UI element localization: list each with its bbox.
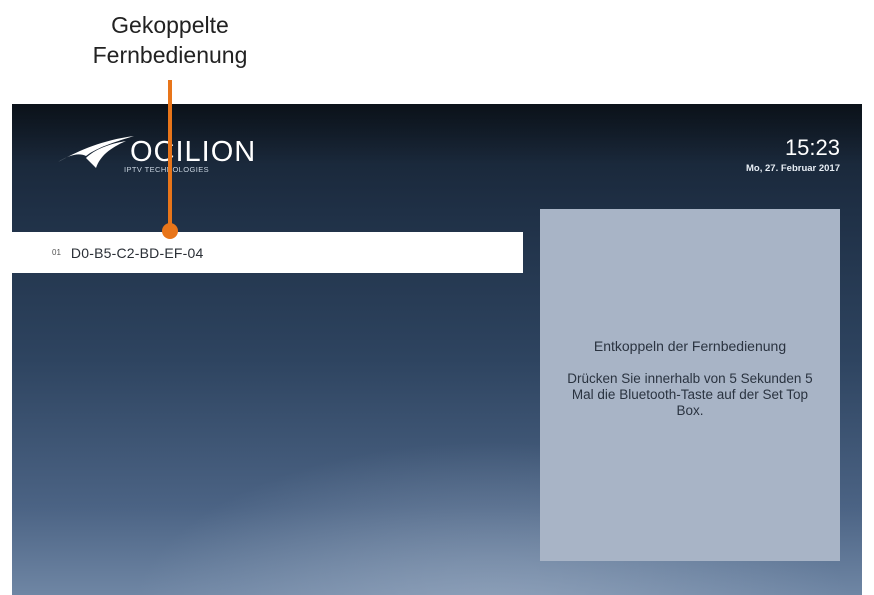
- annotation-line-2: Fernbedienung: [92, 42, 248, 68]
- annotation-line-1: Gekoppelte: [111, 12, 229, 38]
- info-panel: Entkoppeln der Fernbedienung Drücken Sie…: [540, 209, 840, 561]
- clock-time: 15:23: [784, 135, 840, 160]
- brand-tagline: IPTV TECHNOLOGIES: [124, 165, 210, 174]
- paired-remote-list: 01 D0-B5-C2-BD-EF-04: [12, 232, 523, 273]
- clock: 15:23 Mo, 27. Februar 2017: [746, 135, 840, 175]
- list-item-index: 01: [52, 248, 61, 257]
- annotation-label: Gekoppelte Fernbedienung: [60, 10, 280, 70]
- brand-logo: OCILION IPTV TECHNOLOGIES: [56, 128, 276, 178]
- info-title: Entkoppeln der Fernbedienung: [593, 338, 787, 354]
- list-item-label: D0-B5-C2-BD-EF-04: [70, 244, 204, 261]
- clock-date: Mo, 27. Februar 2017: [746, 163, 840, 174]
- info-body: Drücken Sie innerhalb von 5 Sekunden 5 M…: [567, 371, 813, 418]
- list-item-remote[interactable]: 01 D0-B5-C2-BD-EF-04: [12, 232, 523, 273]
- tv-screen: OCILION IPTV TECHNOLOGIES 15:23 Mo, 27. …: [12, 104, 862, 595]
